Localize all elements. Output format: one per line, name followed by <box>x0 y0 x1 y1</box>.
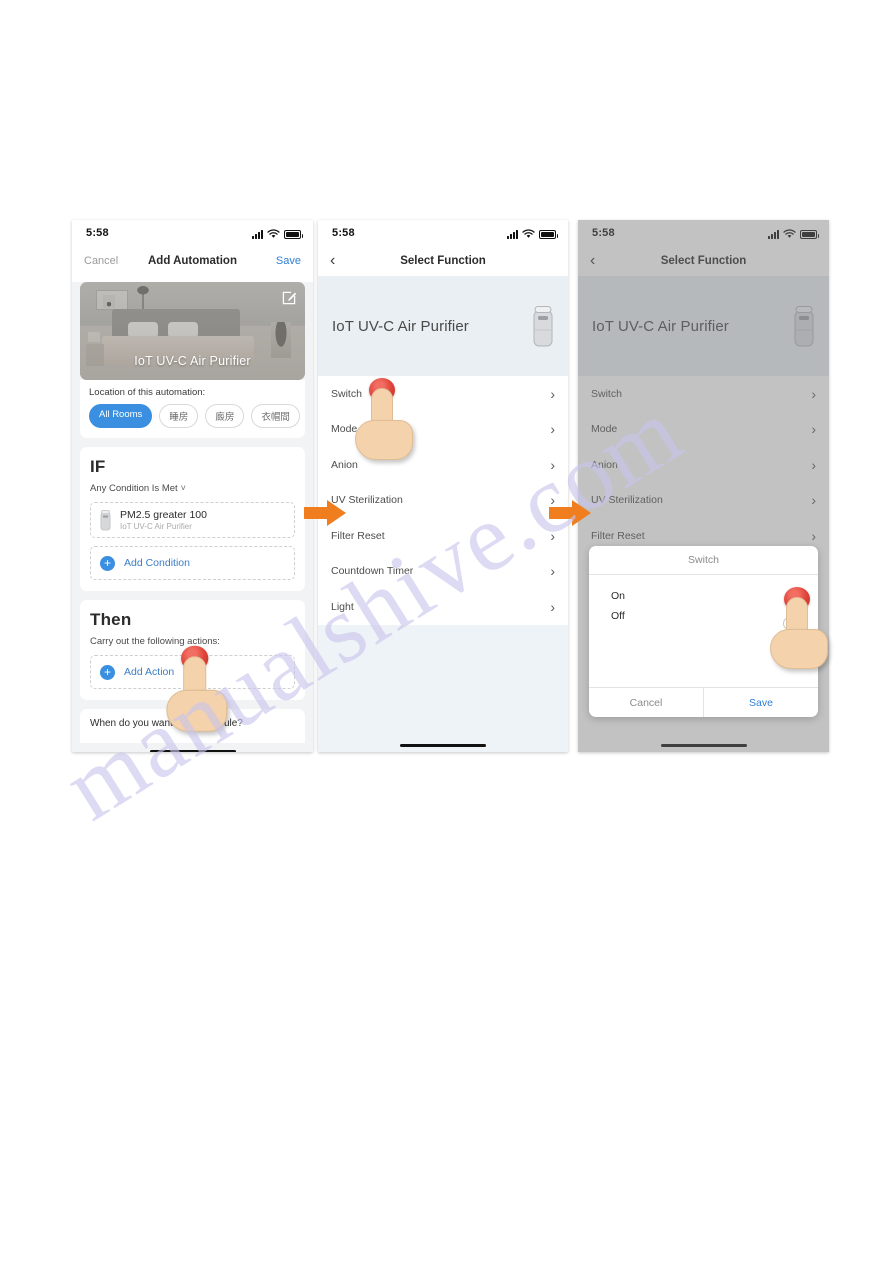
if-title: IF <box>90 457 106 476</box>
wifi-icon <box>522 229 535 238</box>
function-row-mode[interactable]: Mode › <box>318 412 568 448</box>
function-label: Switch <box>331 387 362 400</box>
location-label: Location of this automation: <box>89 387 206 398</box>
device-header: IoT UV-C Air Purifier <box>318 276 568 376</box>
chevron-right-icon: › <box>550 456 555 473</box>
function-row-uv-sterilization[interactable]: UV Sterilization › <box>318 483 568 519</box>
chevron-right-icon: › <box>550 421 555 438</box>
function-row-filter-reset[interactable]: Filter Reset › <box>318 518 568 554</box>
add-condition-button[interactable]: + Add Condition <box>90 546 295 581</box>
add-action-button[interactable]: + Add Action <box>90 655 295 690</box>
add-action-label: Add Action <box>124 666 175 679</box>
cellular-signal-icon <box>507 230 518 239</box>
when-question: When do you want to run the rule? <box>90 718 243 730</box>
chevron-right-icon: › <box>550 527 555 544</box>
air-purifier-icon <box>533 306 553 347</box>
automation-name: IoT UV-C Air Purifier <box>134 354 251 368</box>
location-section: Location of this automation: All Rooms 睡… <box>80 380 305 438</box>
chevron-right-icon: › <box>550 385 555 402</box>
status-icons <box>507 227 558 239</box>
function-label: Filter Reset <box>331 529 385 542</box>
function-label: Mode <box>331 423 358 436</box>
dialog-save-button[interactable]: Save <box>704 688 818 717</box>
condition-text: PM2.5 greater 100 IoT UV-C Air Purifier <box>120 509 207 531</box>
then-section: Then Carry out the following actions: + … <box>80 600 305 701</box>
room-chip-cloakroom[interactable]: 衣帽間 <box>251 404 300 428</box>
battery-icon <box>284 230 303 239</box>
arrow-head <box>327 500 346 526</box>
flow-arrow-2-icon <box>549 500 591 526</box>
nav-bar: ‹ Select Function <box>318 246 568 276</box>
home-indicator <box>318 743 568 747</box>
room-chip-all-rooms[interactable]: All Rooms <box>89 404 153 428</box>
if-section: IF Any Condition Is Met ˅ PM2.5 greater 1… <box>80 447 305 592</box>
room-chip-kitchen[interactable]: 廄房 <box>205 404 245 428</box>
chevron-right-icon: › <box>550 598 555 615</box>
condition-row[interactable]: PM2.5 greater 100 IoT UV-C Air Purifier <box>90 502 295 539</box>
radio-icon[interactable] <box>783 617 796 630</box>
phone1-body: IoT UV-C Air Purifier Location of this a… <box>72 282 313 752</box>
phone-screen-add-automation: 5:58 Cancel Add Automation Save IoT UV-C… <box>72 220 313 752</box>
list-filler <box>318 624 568 752</box>
room-chip-list: All Rooms 睡房 廄房 衣帽間 <box>89 404 300 428</box>
home-indicator <box>72 749 313 752</box>
status-time: 5:58 <box>332 227 355 239</box>
wifi-icon <box>267 229 280 238</box>
dialog-cancel-button[interactable]: Cancel <box>589 688 704 717</box>
device-name: IoT UV-C Air Purifier <box>332 317 469 335</box>
condition-title: PM2.5 greater 100 <box>120 509 207 521</box>
switch-dialog: Switch On Off Cancel Save <box>589 546 818 717</box>
phone-screen-select-function: 5:58 ‹ Select Function IoT UV-C Air Puri… <box>318 220 568 752</box>
plus-icon: + <box>100 555 115 571</box>
function-label: Countdown Timer <box>331 565 414 578</box>
nav-bar: Cancel Add Automation Save <box>72 246 313 276</box>
air-purifier-icon <box>100 510 111 531</box>
function-row-anion[interactable]: Anion › <box>318 447 568 483</box>
function-row-countdown-timer[interactable]: Countdown Timer › <box>318 554 568 590</box>
function-row-switch[interactable]: Switch › <box>318 376 568 412</box>
dialog-title: Switch <box>589 546 818 575</box>
then-title: Then <box>90 610 132 630</box>
automation-cover-image[interactable]: IoT UV-C Air Purifier <box>80 282 305 380</box>
room-chip-bedroom[interactable]: 睡房 <box>159 404 199 428</box>
add-condition-label: Add Condition <box>124 557 190 570</box>
condition-subtitle: IoT UV-C Air Purifier <box>120 522 192 532</box>
status-icons <box>252 227 303 239</box>
plus-icon: + <box>100 664 115 680</box>
battery-icon <box>539 230 558 239</box>
then-subtitle: Carry out the following actions: <box>90 636 220 648</box>
function-label: Light <box>331 600 354 613</box>
function-row-light[interactable]: Light › <box>318 589 568 625</box>
status-bar: 5:58 <box>72 220 313 246</box>
status-bar: 5:58 <box>318 220 568 246</box>
condition-mode-label: Any Condition Is Met <box>90 483 178 494</box>
phone-screen-switch-dialog: 5:58 ‹ Select Function IoT UV-C Air Puri… <box>578 220 829 752</box>
back-icon[interactable]: ‹ <box>330 253 335 269</box>
dialog-options: On Off <box>589 575 818 687</box>
condition-mode-dropdown[interactable]: Any Condition Is Met ˅ <box>90 483 295 494</box>
page-title: Select Function <box>400 255 486 267</box>
edit-icon[interactable] <box>281 290 297 306</box>
cancel-button[interactable]: Cancel <box>84 255 118 267</box>
chevron-right-icon: › <box>550 563 555 580</box>
option-on[interactable]: On <box>589 586 818 606</box>
function-list: Switch › Mode › Anion › UV Sterilization… <box>318 376 568 625</box>
arrow-head <box>572 500 591 526</box>
cellular-signal-icon <box>252 230 263 239</box>
flow-arrow-1-icon <box>304 500 346 526</box>
page-root: manualshive.com 5:58 Cancel Add Automati… <box>0 0 893 1263</box>
chevron-down-icon: ˅ <box>180 483 186 493</box>
status-time: 5:58 <box>86 227 109 239</box>
function-label: Anion <box>331 458 358 471</box>
save-button[interactable]: Save <box>276 255 301 267</box>
dialog-actions: Cancel Save <box>589 687 818 717</box>
when-section[interactable]: When do you want to run the rule? <box>80 709 305 744</box>
